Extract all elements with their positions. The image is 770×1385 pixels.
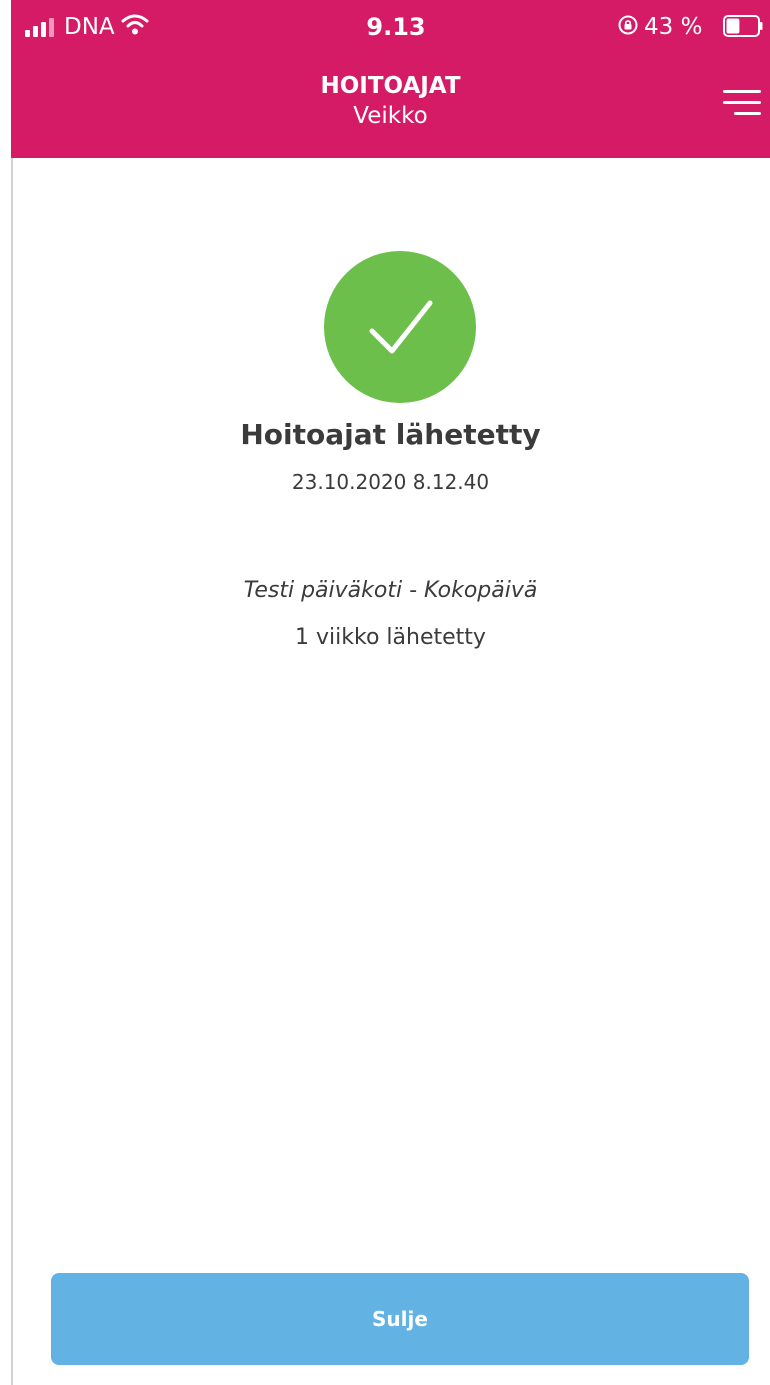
daycare-place: Testi päiväkoti - Kokopäivä — [243, 578, 538, 603]
status-time: 9.13 — [366, 13, 426, 41]
wifi-icon — [121, 14, 149, 35]
child-name: Veikko — [353, 103, 428, 129]
weeks-sent-summary: 1 viikko lähetetty — [295, 625, 486, 650]
orientation-lock-icon — [618, 15, 638, 35]
success-indicator — [324, 251, 476, 403]
sent-timestamp: 23.10.2020 8.12.40 — [291, 470, 490, 494]
app-header: DNA 9.13 43 % HOITOAJAT Veikko — [11, 0, 770, 158]
hamburger-menu-icon[interactable] — [723, 86, 761, 120]
confirmation-title: Hoitoajat lähetetty — [240, 418, 541, 451]
signal-icon — [25, 18, 54, 37]
carrier-name: DNA — [64, 14, 115, 40]
battery-icon — [723, 15, 763, 37]
close-button[interactable]: Sulje — [51, 1273, 749, 1365]
battery-fill — [726, 18, 740, 34]
status-bar: DNA 9.13 43 % — [11, 0, 770, 52]
page-title: HOITOAJAT — [320, 73, 461, 99]
checkmark-icon — [369, 300, 433, 354]
battery-percentage: 43 % — [644, 14, 703, 40]
content-left-border — [11, 158, 13, 1385]
